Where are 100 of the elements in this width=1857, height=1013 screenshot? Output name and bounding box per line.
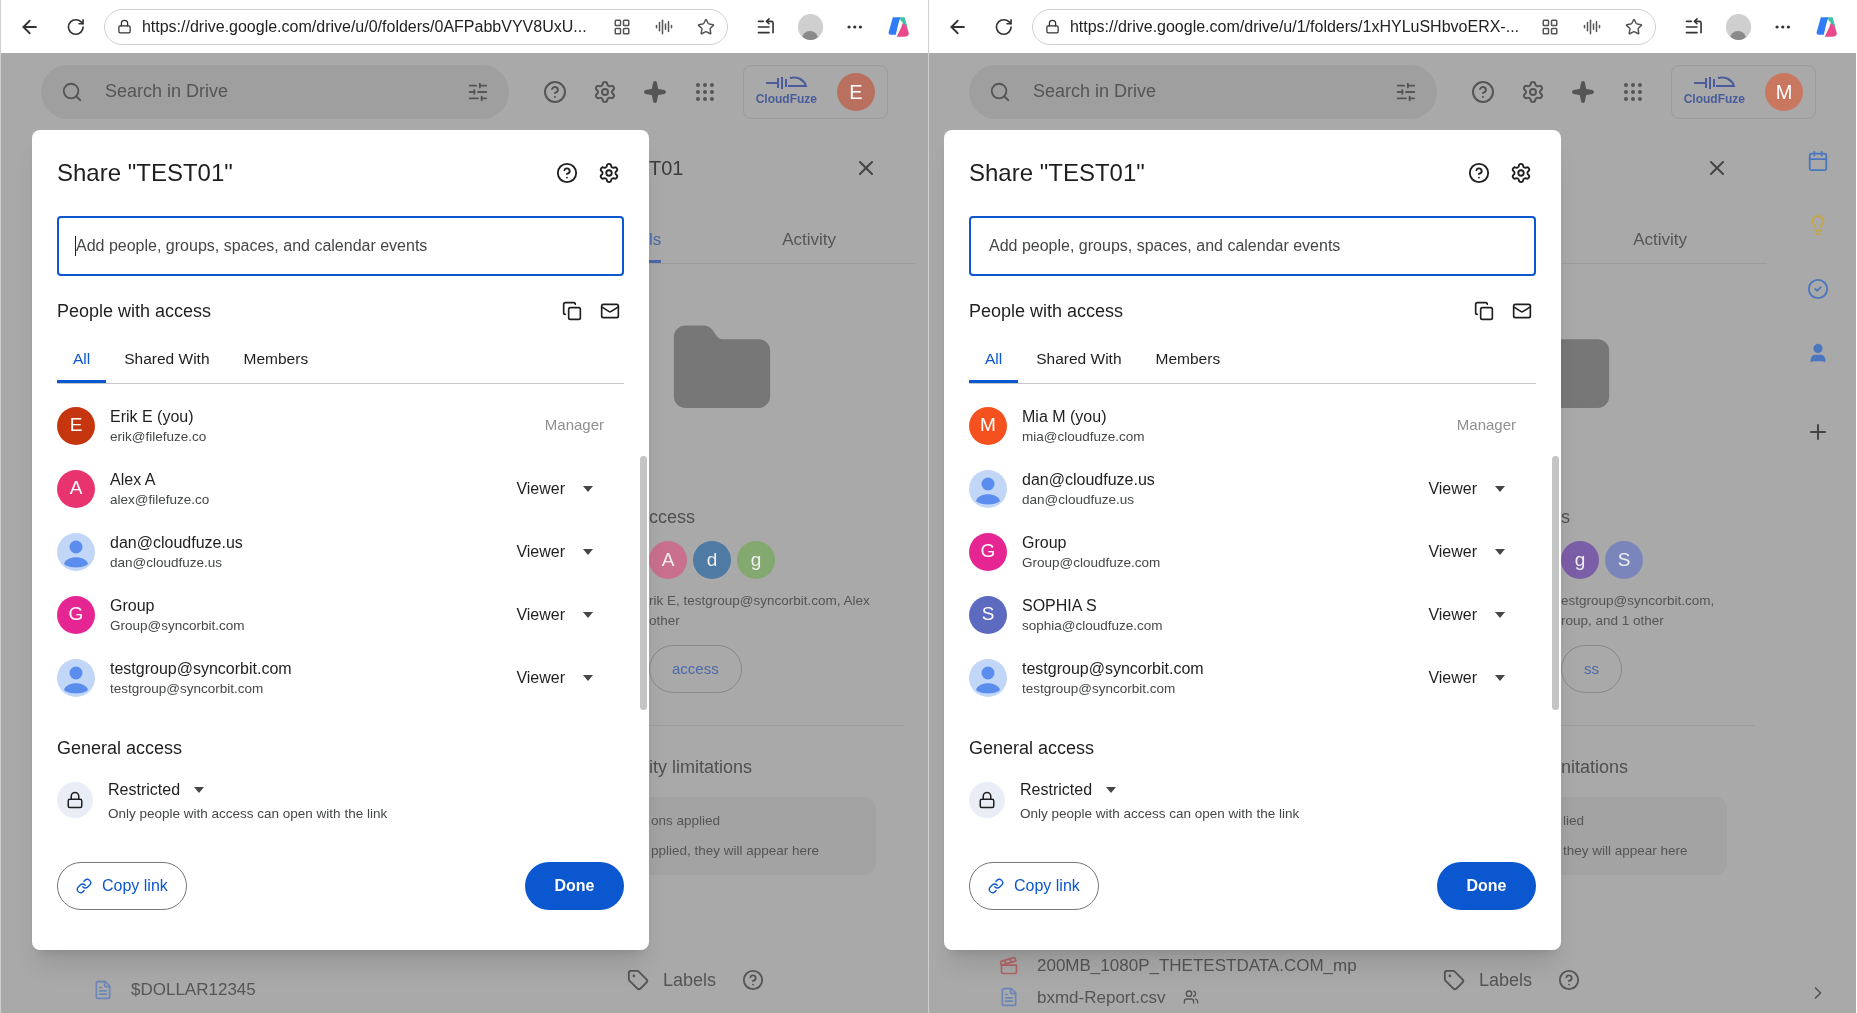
account-avatar[interactable]: E <box>837 72 875 111</box>
copilot-logo-icon[interactable] <box>1814 14 1838 39</box>
access-tab[interactable]: Shared With <box>108 338 226 383</box>
person-email: dan@cloudfuze.us <box>110 553 224 572</box>
card-text: lied <box>1563 811 1585 830</box>
profile-icon[interactable] <box>1725 13 1752 40</box>
dialog-title: Share "TEST01" <box>57 158 234 188</box>
filter-sliders-icon[interactable] <box>466 80 489 103</box>
input-placeholder: Add people, groups, spaces, and calendar events <box>76 236 428 256</box>
role-dropdown[interactable]: Viewer <box>1424 665 1509 690</box>
lock-icon <box>1044 19 1060 34</box>
grid-plus-icon[interactable] <box>613 17 632 36</box>
person-email: testgroup@syncorbit.com <box>110 679 265 698</box>
caret-icon <box>1495 548 1505 555</box>
profile-icon[interactable] <box>797 13 824 40</box>
copy-icon[interactable] <box>1474 301 1494 321</box>
label-tag-icon <box>1443 969 1465 991</box>
labels-heading: Labels <box>1479 968 1533 992</box>
done-button[interactable]: Done <box>1437 862 1536 911</box>
person-email: Group@cloudfuze.com <box>1022 553 1162 572</box>
person-email: erik@filefuze.co <box>110 427 208 446</box>
letter-avatar: A <box>57 469 95 508</box>
person-avatar-icon <box>57 532 95 571</box>
sparkle-icon[interactable] <box>642 79 667 104</box>
search-icon <box>61 80 83 103</box>
access-dropdown[interactable]: Restricted <box>1012 776 1300 804</box>
person-name: dan@cloudfuze.us <box>1022 469 1156 490</box>
document-icon <box>93 980 113 1000</box>
person-email: Group@syncorbit.com <box>110 616 246 635</box>
filter-sliders-icon[interactable] <box>1394 80 1417 103</box>
refresh-icon[interactable] <box>994 16 1014 37</box>
lock-icon <box>116 19 132 34</box>
sound-wave-logo-icon <box>1692 75 1737 90</box>
settings-icon[interactable] <box>598 162 620 184</box>
star-icon[interactable] <box>1625 17 1644 36</box>
copy-icon[interactable] <box>562 301 582 321</box>
role-dropdown[interactable]: Viewer <box>512 602 597 627</box>
input-placeholder: Add people, groups, spaces, and calendar events <box>989 236 1341 256</box>
check-circle-icon[interactable] <box>1806 278 1829 300</box>
access-tab[interactable]: Members <box>1139 338 1237 383</box>
account-chip[interactable]: CloudFuze E <box>742 64 888 119</box>
grid-plus-icon[interactable] <box>1541 17 1560 36</box>
person-name: Group <box>1022 532 1068 553</box>
section-heading: General access <box>57 737 184 760</box>
done-button[interactable]: Done <box>525 862 624 911</box>
search-placeholder: Search in Drive <box>105 80 230 103</box>
mail-icon[interactable] <box>1512 301 1532 321</box>
letter-avatar: g <box>1561 541 1599 579</box>
file-name: bxmd-Report.csv <box>1037 986 1166 1009</box>
person-name: SOPHIA S <box>1022 595 1098 616</box>
star-icon[interactable] <box>697 17 716 36</box>
refresh-icon[interactable] <box>66 16 86 37</box>
help-icon[interactable] <box>1468 162 1490 184</box>
add-people-field[interactable]: Add people, groups, spaces, and calendar events <box>969 216 1536 276</box>
access-tab[interactable]: All <box>57 338 107 383</box>
logo-text: CloudFuze <box>1683 90 1745 108</box>
search-placeholder: Search in Drive <box>1033 80 1158 103</box>
access-summary: roup, and 1 other <box>1561 612 1665 630</box>
card-text: pplied, they will appear here <box>651 842 821 860</box>
person-avatar-icon <box>969 469 1007 508</box>
letter-avatar: E <box>57 406 95 445</box>
access-tab[interactable]: Members <box>227 338 325 383</box>
settings-icon[interactable] <box>1510 162 1532 184</box>
access-description: Only people with access can open with the link <box>108 805 388 823</box>
access-dropdown[interactable]: Restricted <box>100 776 388 804</box>
person-name: Alex A <box>110 469 157 490</box>
role-dropdown[interactable]: Viewer <box>512 539 597 564</box>
role-dropdown[interactable]: Viewer <box>512 665 597 690</box>
access-summary: estgroup@syncorbit.com, <box>1561 592 1716 610</box>
person-name: Mia M (you) <box>1022 406 1108 427</box>
letter-avatar: S <box>969 595 1007 634</box>
letter-avatar: S <box>1605 541 1643 579</box>
caret-icon <box>1495 485 1505 492</box>
copilot-logo-icon[interactable] <box>886 14 910 39</box>
letter-avatar: d <box>693 541 731 579</box>
person-name: Erik E (you) <box>110 406 195 427</box>
section-heading: General access <box>969 737 1096 760</box>
section-heading: People with access <box>969 299 1125 323</box>
access-summary: other <box>649 612 681 630</box>
add-people-field[interactable]: Add people, groups, spaces, and calendar events <box>57 216 624 276</box>
role-dropdown[interactable]: Viewer <box>1424 476 1509 501</box>
panel-title: T01 <box>649 156 684 181</box>
access-tab[interactable]: Shared With <box>1020 338 1138 383</box>
access-tab[interactable]: All <box>969 338 1019 383</box>
person-name: testgroup@syncorbit.com <box>1022 658 1205 679</box>
sound-waves-icon[interactable] <box>655 17 674 36</box>
person-avatar-icon <box>57 658 95 697</box>
sound-wave-logo-icon <box>764 75 809 90</box>
role-dropdown[interactable]: Viewer <box>512 476 597 501</box>
role-dropdown[interactable]: Viewer <box>1424 539 1509 564</box>
sound-waves-icon[interactable] <box>1583 17 1602 36</box>
role-dropdown[interactable]: Viewer <box>1424 602 1509 627</box>
lock-icon <box>978 791 996 810</box>
mail-icon[interactable] <box>600 301 620 321</box>
search-icon <box>989 80 1011 103</box>
file-name: $DOLLAR12345 <box>131 979 256 1002</box>
document-icon <box>999 987 1019 1008</box>
caret-icon <box>194 787 205 793</box>
sparkle-icon[interactable] <box>1570 79 1595 104</box>
help-icon[interactable] <box>556 162 578 184</box>
